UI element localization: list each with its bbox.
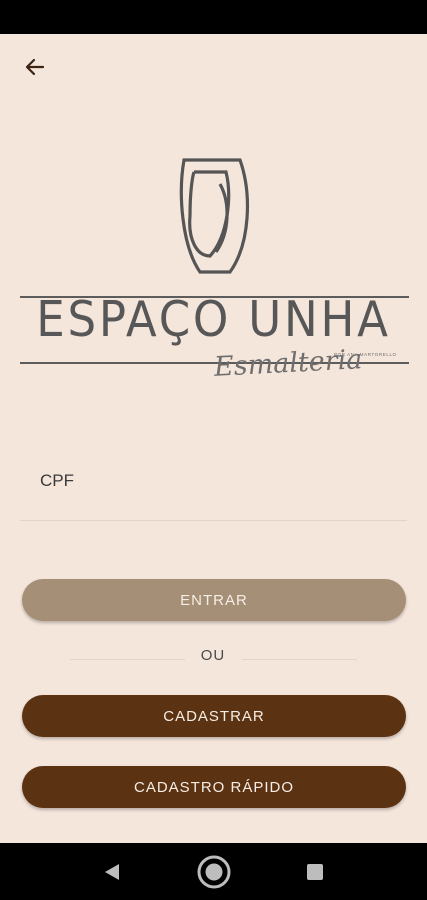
cadastro-rapido-button[interactable]: CADASTRO RÁPIDO	[22, 766, 406, 808]
arrow-left-icon	[25, 58, 45, 76]
cadastrar-button[interactable]: CADASTRAR	[22, 695, 406, 737]
divider-ou-text: OU	[200, 647, 226, 664]
nav-home-button[interactable]	[196, 854, 232, 895]
divider-line-left	[70, 659, 185, 660]
square-recents-icon	[307, 864, 323, 880]
entrar-button[interactable]: ENTRAR	[22, 579, 406, 621]
logo-brand-text: ESPAÇO UNHA	[36, 291, 391, 348]
cpf-field[interactable]	[20, 458, 407, 521]
brand-logo: ESPAÇO UNHA POR ANA MARTORELLO Esmalteri…	[0, 150, 427, 410]
glass-logo-icon	[179, 158, 249, 274]
back-button[interactable]	[18, 52, 52, 82]
cpf-input[interactable]	[38, 466, 392, 496]
triangle-back-icon	[105, 864, 119, 880]
divider-line-right	[242, 659, 357, 660]
status-bar	[0, 0, 427, 34]
nav-back-button[interactable]	[101, 861, 123, 888]
circle-home-icon	[197, 855, 231, 889]
logo-script-text: Esmalteria	[213, 344, 364, 383]
nav-recents-button[interactable]	[306, 863, 324, 886]
